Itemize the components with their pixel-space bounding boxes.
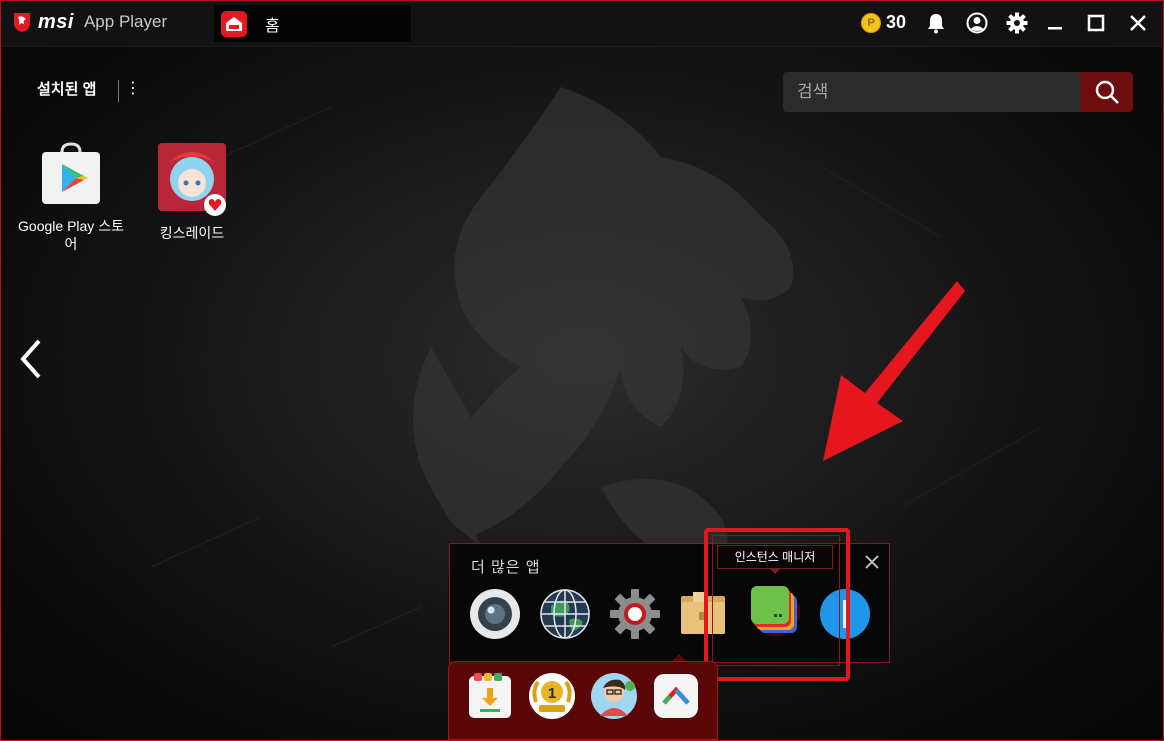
more-apps-title: 더 많은 앱 — [471, 559, 541, 576]
home-icon — [221, 10, 247, 37]
app-label: Google Play 스토어 — [18, 218, 124, 252]
camera-icon[interactable] — [469, 588, 521, 640]
coin-count[interactable]: 30 — [886, 12, 906, 33]
app-kings-raid[interactable]: 킹스레이드 — [137, 141, 247, 242]
search-icon — [1095, 80, 1119, 104]
tab-home-label: 홈 — [265, 17, 280, 35]
google-play-icon — [42, 142, 100, 204]
settings-gear-icon[interactable] — [609, 588, 661, 640]
coin-icon: P — [861, 13, 881, 33]
svg-text:1: 1 — [548, 685, 556, 702]
chevron-left-icon[interactable] — [15, 337, 47, 381]
close-icon[interactable] — [863, 553, 881, 571]
install-apk-icon[interactable] — [466, 672, 514, 720]
app-label: 킹스레이드 — [159, 225, 225, 241]
brand-logo: msi App Player — [12, 10, 167, 34]
more-apps-up-icon[interactable] — [652, 672, 700, 720]
player-avatar-icon[interactable] — [590, 672, 638, 720]
minimize-icon[interactable] — [1043, 11, 1067, 35]
title-bar: msi App Player 홈 P 30 — [0, 0, 1164, 47]
account-icon[interactable] — [965, 11, 989, 35]
search-input[interactable] — [783, 72, 1080, 112]
highlight-inner-frame — [712, 535, 840, 666]
king-raid-icon — [158, 143, 226, 216]
red-pointer-arrow-icon — [823, 281, 965, 461]
installed-apps-title: 설치된 앱 — [37, 81, 97, 98]
settings-icon[interactable] — [1005, 11, 1029, 35]
home-content: 설치된 앱 ⋮ Google Play 스토어 — [1, 47, 1163, 740]
app-google-play[interactable]: Google Play 스토어 — [16, 140, 126, 253]
app-name: App Player — [83, 12, 168, 31]
close-icon[interactable] — [1126, 11, 1150, 35]
brand-text: msi — [38, 10, 74, 33]
bell-icon[interactable] — [924, 11, 948, 35]
msi-shield-icon — [14, 13, 30, 32]
more-options-icon[interactable]: ⋮ — [125, 79, 141, 99]
maximize-icon[interactable] — [1084, 11, 1108, 35]
search-button[interactable] — [1080, 72, 1133, 112]
tab-home[interactable]: 홈 — [214, 5, 411, 42]
title-divider — [118, 80, 119, 102]
globe-icon[interactable] — [539, 588, 591, 640]
level-one-badge-icon[interactable]: 1 — [528, 672, 576, 720]
